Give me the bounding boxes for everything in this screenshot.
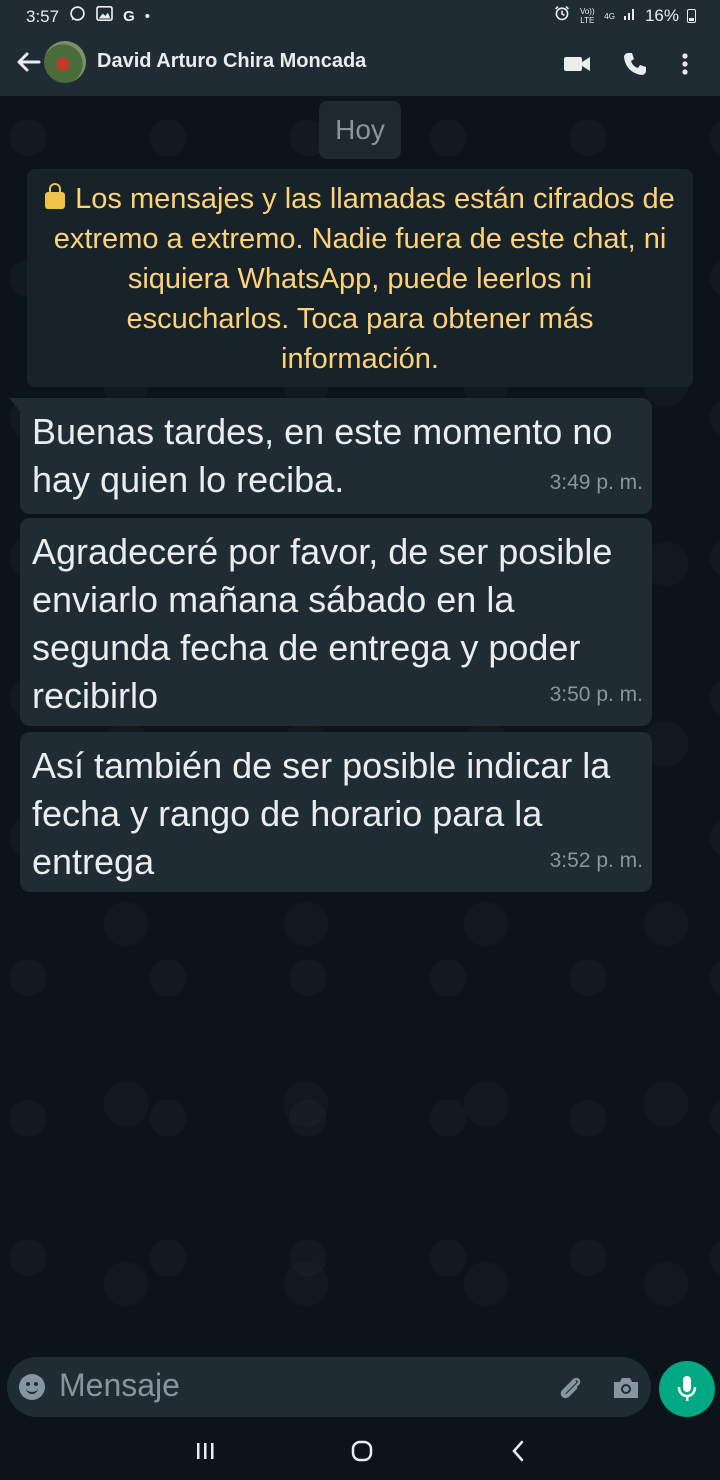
- encryption-notice-text: Los mensajes y las llamadas están cifrad…: [53, 183, 675, 375]
- mic-icon: [675, 1374, 699, 1409]
- message-text: Agradeceré por favor, de ser posible env…: [32, 531, 613, 716]
- google-icon: G: [123, 7, 135, 25]
- message-bubble[interactable]: Así también de ser posible indicar la fe…: [20, 732, 652, 892]
- avatar[interactable]: [44, 41, 86, 83]
- message-bubble[interactable]: Buenas tardes, en este momento no hay qu…: [9, 398, 652, 514]
- phone-icon[interactable]: [620, 49, 650, 79]
- alarm-icon: [554, 5, 570, 27]
- date-chip: Hoy: [319, 101, 401, 159]
- status-bar: 3:57 G • Vo)) LTE 4G 16%: [0, 0, 720, 32]
- system-nav-bar: [0, 1420, 720, 1480]
- attach-icon[interactable]: [555, 1373, 585, 1403]
- recent-apps-icon[interactable]: [190, 1436, 220, 1466]
- gallery-icon: [96, 6, 113, 27]
- contact-name[interactable]: David Arturo Chira Moncada: [97, 50, 366, 73]
- chat-area[interactable]: Hoy Los mensajes y las llamadas están ci…: [0, 96, 720, 1356]
- camera-icon[interactable]: [610, 1373, 642, 1403]
- battery-percent: 16%: [644, 6, 679, 25]
- emoji-icon[interactable]: [19, 1374, 45, 1400]
- message-time: 3:50 p. m.: [549, 683, 643, 706]
- signal-icon: [623, 6, 637, 26]
- encryption-notice[interactable]: Los mensajes y las llamadas están cifrad…: [27, 169, 693, 387]
- home-icon[interactable]: [347, 1436, 377, 1466]
- volte-indicator: Vo)) LTE: [579, 7, 595, 25]
- whatsapp-icon: [69, 5, 86, 28]
- video-call-icon[interactable]: [562, 49, 592, 79]
- back-icon[interactable]: [504, 1436, 534, 1466]
- message-text: Buenas tardes, en este momento no hay qu…: [32, 411, 613, 500]
- chat-header: David Arturo Chira Moncada: [0, 32, 720, 96]
- notification-dot-icon: •: [144, 7, 151, 25]
- battery-icon: [687, 9, 696, 23]
- back-arrow-icon[interactable]: [14, 47, 44, 77]
- more-options-icon[interactable]: [670, 49, 700, 79]
- lock-icon: [45, 183, 66, 209]
- network-type: 4G: [604, 11, 615, 21]
- mic-button[interactable]: [659, 1361, 715, 1417]
- message-input[interactable]: Mensaje: [59, 1367, 180, 1404]
- message-time: 3:49 p. m.: [549, 471, 643, 494]
- message-text: Así también de ser posible indicar la fe…: [32, 745, 611, 882]
- message-bubble[interactable]: Agradeceré por favor, de ser posible env…: [20, 518, 652, 726]
- message-time: 3:52 p. m.: [549, 849, 643, 872]
- message-composer[interactable]: Mensaje: [7, 1357, 651, 1417]
- status-time: 3:57: [26, 6, 60, 26]
- bubble-tail: [9, 398, 21, 412]
